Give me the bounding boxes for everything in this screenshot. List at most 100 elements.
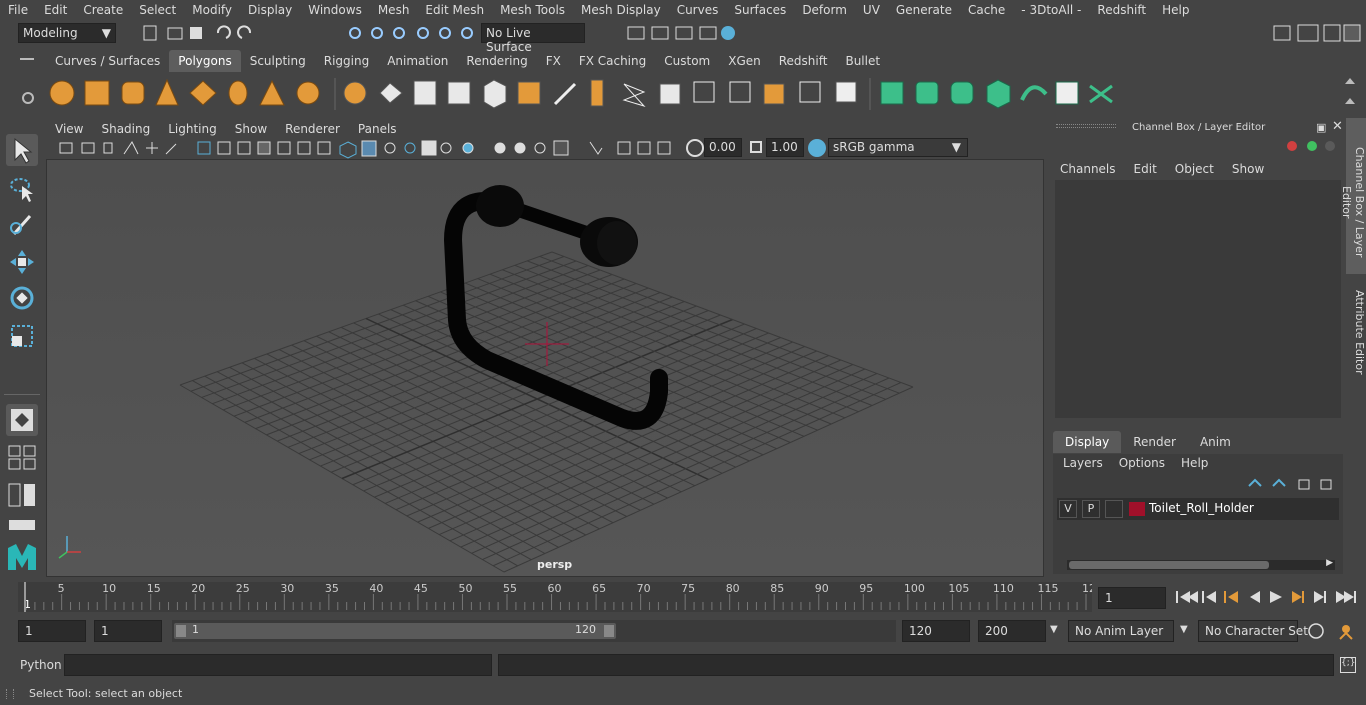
- menu-mesh-tools[interactable]: Mesh Tools: [492, 3, 573, 17]
- four-view-layout-icon[interactable]: [6, 442, 38, 472]
- render-icons[interactable]: [624, 24, 744, 42]
- channel-menu-show[interactable]: Show: [1232, 162, 1264, 176]
- shelf-tab-animation[interactable]: Animation: [378, 50, 457, 72]
- shelf-tab-fx[interactable]: FX: [537, 50, 570, 72]
- range-end-grip[interactable]: [604, 625, 614, 637]
- channel-menu-edit[interactable]: Edit: [1134, 162, 1157, 176]
- channel-menu-object[interactable]: Object: [1175, 162, 1214, 176]
- lasso-tool-icon[interactable]: [6, 172, 38, 204]
- exposure-icon[interactable]: [686, 139, 704, 157]
- anim-prefs-icons[interactable]: [1306, 621, 1362, 641]
- gamma-icon[interactable]: [750, 141, 762, 153]
- range-start-grip[interactable]: [176, 625, 186, 637]
- layer-visibility-toggle[interactable]: V: [1059, 500, 1077, 518]
- time-slider[interactable]: 5 10 15 20 25 30 35 40 45 50 55 60 65 70 75 80 85 90 95 100…: [18, 582, 1096, 612]
- character-set-dropdown[interactable]: No Character Set: [1198, 620, 1308, 642]
- menu-create[interactable]: Create: [75, 3, 131, 17]
- shelf-tab-sculpting[interactable]: Sculpting: [241, 50, 315, 72]
- menu-cache[interactable]: Cache: [960, 3, 1013, 17]
- workspace-icons[interactable]: [1272, 23, 1364, 43]
- mode-dropdown[interactable]: Modeling ▼: [18, 23, 116, 43]
- menu-generate[interactable]: Generate: [888, 3, 960, 17]
- panel-grip[interactable]: [1056, 124, 1116, 128]
- color-management-icon[interactable]: [808, 139, 826, 157]
- shelf-tab-xgen[interactable]: XGen: [719, 50, 770, 72]
- menu-edit[interactable]: Edit: [36, 3, 75, 17]
- perspective-viewport[interactable]: persp: [46, 159, 1044, 577]
- viewport-menu-renderer[interactable]: Renderer: [276, 122, 349, 136]
- menu-3dtoall[interactable]: - 3DtoAll -: [1013, 3, 1089, 17]
- layer-name[interactable]: Toilet_Roll_Holder: [1149, 501, 1254, 515]
- viewport-menu-view[interactable]: View: [46, 122, 92, 136]
- shelf-tab-rendering[interactable]: Rendering: [457, 50, 536, 72]
- start-time-field[interactable]: 1: [18, 620, 86, 642]
- outliner-layout-icon[interactable]: [6, 480, 38, 510]
- exposure-field[interactable]: 0.00: [704, 138, 742, 157]
- layer-display-type-toggle[interactable]: [1105, 500, 1123, 518]
- shelf-settings-gear-icon[interactable]: [22, 92, 34, 104]
- command-language-label[interactable]: Python: [20, 658, 62, 672]
- layer-menu-options[interactable]: Options: [1119, 456, 1165, 470]
- layer-menu-help[interactable]: Help: [1181, 456, 1208, 470]
- viewport-menu-lighting[interactable]: Lighting: [159, 122, 226, 136]
- menu-modify[interactable]: Modify: [184, 3, 240, 17]
- shelf-tab-rigging[interactable]: Rigging: [315, 50, 378, 72]
- viewport-menu-show[interactable]: Show: [226, 122, 276, 136]
- rotate-tool-icon[interactable]: [6, 282, 38, 314]
- layer-playback-toggle[interactable]: P: [1082, 500, 1100, 518]
- menu-uv[interactable]: UV: [855, 3, 888, 17]
- playback-controls-icons[interactable]: [1172, 587, 1362, 607]
- viewport-menu-shading[interactable]: Shading: [92, 122, 159, 136]
- single-view-layout-icon[interactable]: [6, 404, 38, 436]
- viewport-menu-panels[interactable]: Panels: [349, 122, 406, 136]
- range-slider[interactable]: 1 120: [172, 620, 896, 642]
- menu-display[interactable]: Display: [240, 3, 300, 17]
- chevron-down-icon[interactable]: ▼: [1180, 624, 1188, 635]
- range-slider-handle[interactable]: 1 120: [174, 623, 616, 639]
- playback-end-field[interactable]: 120: [902, 620, 970, 642]
- menu-curves[interactable]: Curves: [669, 3, 727, 17]
- menu-surfaces[interactable]: Surfaces: [726, 3, 794, 17]
- help-line-grip[interactable]: [6, 689, 14, 699]
- menu-help[interactable]: Help: [1154, 3, 1197, 17]
- scene-canvas[interactable]: persp: [47, 160, 1044, 577]
- menu-deform[interactable]: Deform: [794, 3, 855, 17]
- paint-select-tool-icon[interactable]: [6, 208, 38, 240]
- layer-scrollbar[interactable]: ▶: [1067, 558, 1335, 570]
- shelf-tab-polygons[interactable]: Polygons: [169, 50, 241, 72]
- layer-row-toilet-roll-holder[interactable]: V P Toilet_Roll_Holder: [1057, 498, 1339, 520]
- menu-mesh[interactable]: Mesh: [370, 3, 418, 17]
- layer-tab-render[interactable]: Render: [1121, 431, 1188, 453]
- channel-menu-channels[interactable]: Channels: [1060, 162, 1116, 176]
- layer-buttons-icons[interactable]: [1245, 476, 1337, 492]
- chevron-down-icon[interactable]: ▼: [1050, 624, 1058, 635]
- playhead[interactable]: [24, 582, 26, 612]
- menu-edit-mesh[interactable]: Edit Mesh: [417, 3, 492, 17]
- menu-mesh-display[interactable]: Mesh Display: [573, 3, 669, 17]
- layer-menu-layers[interactable]: Layers: [1063, 456, 1103, 470]
- end-time-field[interactable]: 200: [978, 620, 1046, 642]
- viewport-toolbar-icons[interactable]: [54, 138, 694, 159]
- file-tools-icons[interactable]: [140, 24, 480, 42]
- shelf-tab-fx-caching[interactable]: FX Caching: [570, 50, 655, 72]
- layer-color-swatch[interactable]: [1129, 502, 1145, 516]
- layer-tab-anim[interactable]: Anim: [1188, 431, 1243, 453]
- layout-scroll-icon[interactable]: [6, 518, 38, 532]
- menu-redshift[interactable]: Redshift: [1089, 3, 1154, 17]
- select-tool-icon[interactable]: [6, 134, 38, 166]
- shelf-menu-icon[interactable]: [20, 58, 34, 60]
- command-input[interactable]: [64, 654, 492, 676]
- colorspace-dropdown[interactable]: sRGB gamma ▼: [828, 138, 968, 157]
- menu-file[interactable]: File: [0, 3, 36, 17]
- channel-box-toggle-icons[interactable]: [1282, 138, 1338, 154]
- shelf-tool-icons[interactable]: [40, 72, 1340, 116]
- scale-tool-icon[interactable]: [6, 320, 38, 352]
- menu-windows[interactable]: Windows: [300, 3, 370, 17]
- shelf-scroll-arrows-icon[interactable]: [1343, 74, 1357, 112]
- side-tab-channel-box[interactable]: Channel Box / Layer Editor: [1340, 118, 1366, 274]
- anim-layer-dropdown[interactable]: No Anim Layer: [1068, 620, 1174, 642]
- script-editor-icon[interactable]: {;}: [1340, 657, 1356, 673]
- shelf-tab-curves-surfaces[interactable]: Curves / Surfaces: [46, 50, 169, 72]
- side-tab-attribute-editor[interactable]: Attribute Editor: [1346, 280, 1366, 376]
- current-frame-field[interactable]: 1: [1098, 587, 1166, 609]
